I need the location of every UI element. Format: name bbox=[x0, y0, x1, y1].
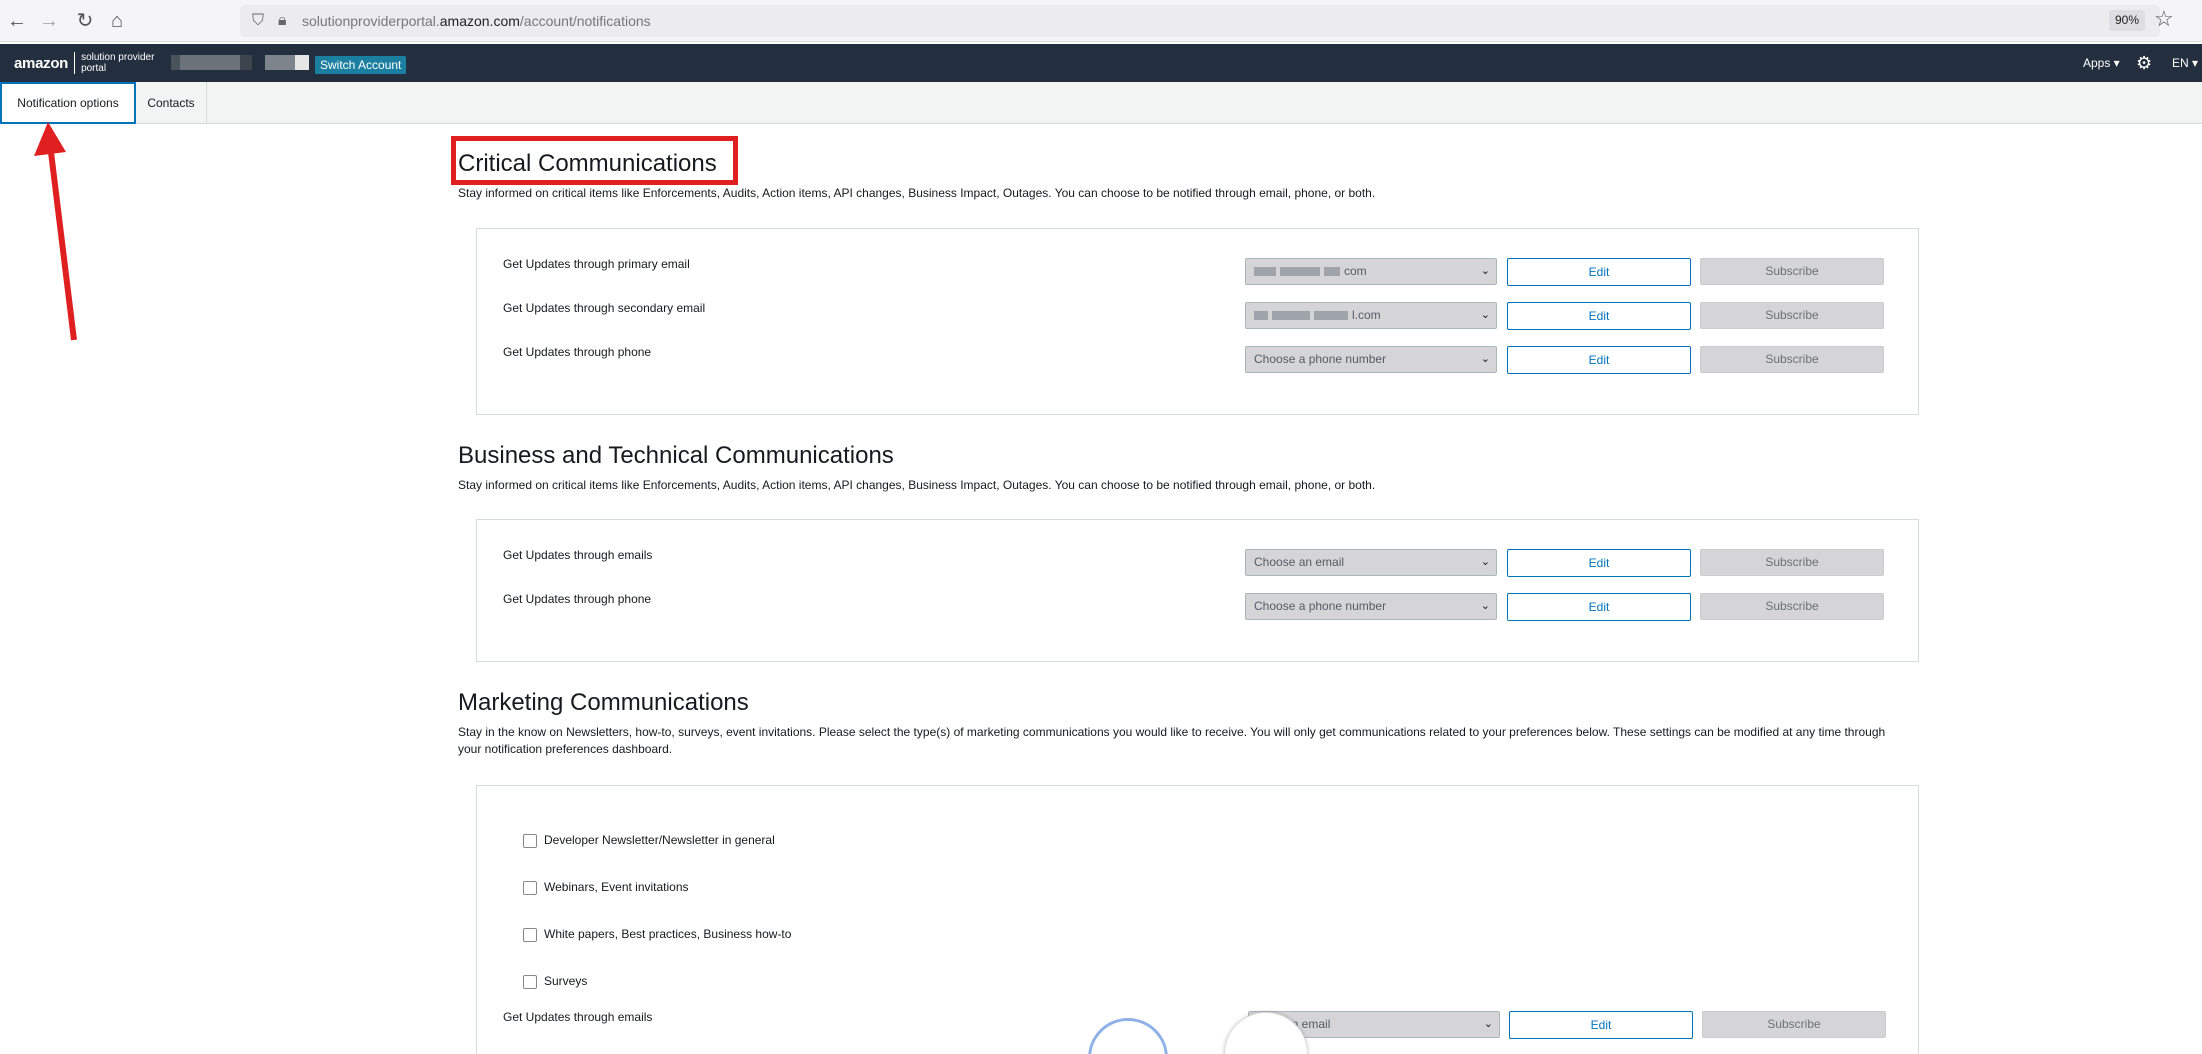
tab-bar: Notification options Contacts bbox=[0, 82, 2202, 124]
browser-toolbar: ← → ↻ ⌂ ⛉ 🔒︎ solutionproviderportal.amaz… bbox=[0, 0, 2202, 42]
redacted-text bbox=[1272, 311, 1310, 321]
switch-account-button[interactable]: Switch Account bbox=[315, 56, 407, 74]
checkbox-label: Webinars, Event invitations bbox=[544, 880, 689, 894]
redacted-text bbox=[1324, 267, 1340, 277]
url-prefix: solutionproviderportal. bbox=[302, 13, 440, 29]
subscribe-button[interactable]: Subscribe bbox=[1700, 593, 1884, 620]
gear-icon[interactable]: ⚙ bbox=[2136, 44, 2152, 82]
language-menu[interactable]: EN ▾ bbox=[2172, 44, 2198, 82]
lock-icon: 🔒︎ bbox=[278, 12, 287, 29]
edit-button[interactable]: Edit bbox=[1507, 593, 1691, 621]
business-phone-select[interactable]: Choose a phone number ⌄ bbox=[1245, 593, 1497, 620]
checkbox-label: Developer Newsletter/Newsletter in gener… bbox=[544, 833, 775, 847]
business-title: Business and Technical Communications bbox=[458, 442, 894, 469]
marketing-title: Marketing Communications bbox=[458, 689, 749, 716]
subscribe-button[interactable]: Subscribe bbox=[1702, 1011, 1886, 1038]
tab-notification-options[interactable]: Notification options bbox=[0, 82, 136, 124]
edit-button[interactable]: Edit bbox=[1509, 1011, 1693, 1039]
zoom-level[interactable]: 90% bbox=[2109, 10, 2146, 31]
phone-select[interactable]: Choose a phone number ⌄ bbox=[1245, 346, 1497, 373]
critical-description: Stay informed on critical items like Enf… bbox=[458, 186, 1376, 200]
logo-divider bbox=[74, 52, 76, 74]
redacted-account bbox=[240, 55, 252, 70]
select-value: Choose a phone number bbox=[1254, 599, 1387, 613]
chevron-down-icon: ⌄ bbox=[1480, 600, 1490, 612]
edit-button[interactable]: Edit bbox=[1507, 549, 1691, 577]
redacted-text bbox=[1314, 311, 1348, 321]
select-value: com bbox=[1344, 264, 1367, 278]
url-path: /account/notifications bbox=[519, 13, 651, 29]
checkbox-white-papers[interactable] bbox=[523, 928, 537, 942]
checkbox-label: White papers, Best practices, Business h… bbox=[544, 927, 792, 941]
logo-word: amazon bbox=[14, 54, 69, 72]
chevron-down-icon: ⌄ bbox=[1480, 265, 1490, 277]
chevron-down-icon: ⌄ bbox=[1480, 353, 1490, 365]
back-arrow-icon[interactable]: ← bbox=[4, 8, 30, 34]
tab-contacts[interactable]: Contacts bbox=[136, 82, 207, 124]
star-icon[interactable]: ☆ bbox=[2154, 6, 2174, 32]
redacted-text bbox=[1280, 267, 1320, 277]
reload-icon[interactable]: ↻ bbox=[72, 8, 98, 34]
row-label: Get Updates through emails bbox=[503, 1010, 653, 1024]
subscribe-button[interactable]: Subscribe bbox=[1700, 549, 1884, 576]
select-value: Choose a phone number bbox=[1254, 352, 1387, 366]
redacted-account bbox=[180, 55, 240, 70]
top-navigation: amazon solution provider portal Switch A… bbox=[0, 44, 2202, 82]
checkbox-surveys[interactable] bbox=[523, 975, 537, 989]
edit-button[interactable]: Edit bbox=[1507, 302, 1691, 330]
row-label: Get Updates through phone bbox=[503, 345, 652, 359]
edit-button[interactable]: Edit bbox=[1507, 346, 1691, 374]
url-text: solutionproviderportal.amazon.com/accoun… bbox=[302, 5, 651, 37]
home-icon[interactable]: ⌂ bbox=[104, 8, 130, 34]
chevron-down-icon: ⌄ bbox=[1480, 309, 1490, 321]
row-label: Get Updates through emails bbox=[503, 548, 653, 562]
primary-email-select[interactable]: com ⌄ bbox=[1245, 258, 1497, 285]
row-label: Get Updates through phone bbox=[503, 592, 652, 606]
logo-subtitle: solution provider portal bbox=[81, 52, 155, 74]
redacted-text bbox=[1254, 267, 1276, 277]
checkbox-webinars[interactable] bbox=[523, 881, 537, 895]
checkbox-newsletter[interactable] bbox=[523, 834, 537, 848]
edit-button[interactable]: Edit bbox=[1507, 258, 1691, 286]
secondary-email-select[interactable]: l.com ⌄ bbox=[1245, 302, 1497, 329]
marketing-description-line1: Stay in the know on Newsletters, how-to,… bbox=[458, 725, 1886, 739]
row-label: Get Updates through primary email bbox=[503, 257, 690, 271]
redacted-account bbox=[265, 55, 295, 70]
chevron-down-icon: ⌄ bbox=[1483, 1018, 1493, 1030]
marketing-description-line2: your notification preferences dashboard. bbox=[458, 742, 673, 756]
select-value: l.com bbox=[1352, 308, 1381, 322]
page: ← → ↻ ⌂ ⛉ 🔒︎ solutionproviderportal.amaz… bbox=[0, 0, 2202, 1054]
row-label: Get Updates through secondary email bbox=[503, 301, 706, 315]
red-arrow-icon bbox=[34, 122, 77, 341]
checkbox-label: Surveys bbox=[544, 974, 588, 988]
redacted-account bbox=[295, 55, 309, 70]
subscribe-button[interactable]: Subscribe bbox=[1700, 302, 1884, 329]
business-description: Stay informed on critical items like Enf… bbox=[458, 478, 1376, 492]
select-value: Choose an email bbox=[1254, 555, 1345, 569]
chevron-down-icon: ⌄ bbox=[1480, 556, 1490, 568]
apps-menu[interactable]: Apps ▾ bbox=[2083, 44, 2120, 82]
subscribe-button[interactable]: Subscribe bbox=[1700, 258, 1884, 285]
shield-icon: ⛉ bbox=[252, 12, 265, 29]
business-panel bbox=[476, 519, 1919, 662]
business-email-select[interactable]: Choose an email ⌄ bbox=[1245, 549, 1497, 576]
forward-arrow-icon[interactable]: → bbox=[36, 8, 62, 34]
redacted-text bbox=[1254, 311, 1268, 321]
logo[interactable]: amazon solution provider portal bbox=[14, 50, 161, 76]
url-host: amazon.com bbox=[439, 13, 520, 29]
subscribe-button[interactable]: Subscribe bbox=[1700, 346, 1884, 373]
address-bar[interactable]: ⛉ 🔒︎ solutionproviderportal.amazon.com/a… bbox=[240, 5, 2160, 37]
highlight-box bbox=[451, 136, 738, 185]
